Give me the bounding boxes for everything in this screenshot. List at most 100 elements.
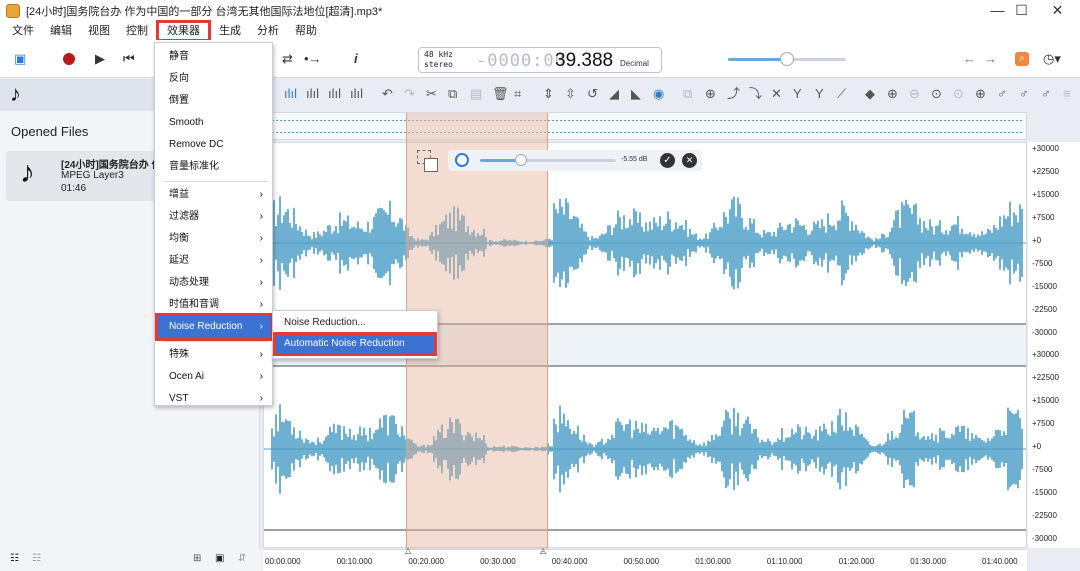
effects-menu-item-filter[interactable]: 过滤器 › xyxy=(158,206,271,228)
time-label: 00:50.000 xyxy=(623,557,660,566)
sidebar-toggle-icon[interactable]: ▣ xyxy=(14,52,26,66)
zoom-out-icon[interactable]: ⊖ xyxy=(909,87,920,101)
grid-view-icon[interactable]: ☷ xyxy=(32,553,41,564)
pin-icon[interactable]: ◆ xyxy=(865,87,875,101)
effects-menu-item-remove-dc[interactable]: Remove DC xyxy=(158,134,271,156)
fit-vertical-icon[interactable]: ⇕ xyxy=(543,87,554,101)
noise-reduction-item[interactable]: Noise Reduction... xyxy=(276,314,434,332)
back-arrow-icon[interactable]: ← xyxy=(963,52,976,66)
paste-icon[interactable]: ▤ xyxy=(470,87,482,101)
confirm-icon[interactable]: ✓ xyxy=(660,153,675,168)
scale-label: -7500 xyxy=(1032,259,1053,268)
effects-menu-item-special[interactable]: 特殊 › xyxy=(158,344,271,366)
undo-icon[interactable]: ↶ xyxy=(382,87,393,101)
time-format[interactable]: Decimal xyxy=(620,59,649,68)
effects-menu-item-delay[interactable]: 延迟 › xyxy=(158,250,271,272)
effects-menu-item-equalizer[interactable]: 均衡 › xyxy=(158,228,271,250)
close-button[interactable]: ✕ xyxy=(1035,0,1080,22)
submenu-arrow-icon: › xyxy=(259,371,263,382)
effects-menu-item-smooth[interactable]: Smooth xyxy=(158,112,271,134)
curve-down-icon[interactable]: ⤵ xyxy=(749,87,762,101)
skip-back-icon[interactable]: ⏮ xyxy=(123,52,135,66)
gain-slider[interactable] xyxy=(480,154,616,166)
menu-item-label: 时值和音调 xyxy=(169,299,219,310)
zoom-all-icon[interactable]: ⊕ xyxy=(975,87,986,101)
play-icon[interactable]: ▶ xyxy=(95,52,105,66)
curve-icon[interactable]: ⤴ xyxy=(727,87,740,101)
master-volume-slider[interactable] xyxy=(728,52,846,66)
menu-item-label: Smooth xyxy=(169,117,204,128)
menu-control[interactable]: 控制 xyxy=(118,23,156,39)
gain-knob[interactable] xyxy=(514,154,527,166)
fade-out-icon[interactable]: ◣ xyxy=(631,87,641,101)
more-icon[interactable]: ≡ xyxy=(1063,87,1071,101)
menu-file[interactable]: 文件 xyxy=(4,23,42,39)
record-button[interactable] xyxy=(63,53,75,65)
file-music-icon: ♪ xyxy=(20,156,35,189)
menu-generate[interactable]: 生成 xyxy=(211,23,249,39)
zoom-selection-icon[interactable]: ⊙ xyxy=(931,87,942,101)
image-icon[interactable]: ▣ xyxy=(215,553,224,564)
menu-analyze[interactable]: 分析 xyxy=(249,23,287,39)
menu-view[interactable]: 视图 xyxy=(80,23,118,39)
sample-rate: 48 kHz stereo xyxy=(424,50,453,69)
follow-cursor-icon[interactable]: •→ xyxy=(304,52,322,66)
forward-arrow-icon[interactable]: → xyxy=(984,52,997,66)
spectrum-view-icon[interactable]: ılıl xyxy=(306,87,319,101)
history-icon[interactable]: ◷▾ xyxy=(1043,52,1061,66)
redo-icon[interactable]: ↷ xyxy=(404,87,415,101)
effects-menu-item-mute[interactable]: 静音 xyxy=(158,46,271,68)
menu-effects[interactable]: 效果器 xyxy=(156,20,211,42)
menu-edit[interactable]: 编辑 xyxy=(42,23,80,39)
center-icon[interactable]: ⇳ xyxy=(565,87,576,101)
info-icon[interactable]: i xyxy=(354,52,358,66)
volume-fill xyxy=(728,58,787,61)
effects-menu-item-ocen-ai[interactable]: Ocen Ai › xyxy=(158,366,271,388)
list-view-icon[interactable]: ☷ xyxy=(10,553,19,564)
delete-icon[interactable]: 🗑 xyxy=(492,87,509,101)
settings-icon[interactable]: ⇵ xyxy=(238,553,246,564)
effects-menu-item-gain[interactable]: 增益 › xyxy=(158,184,271,206)
menu-item-label: 均衡 xyxy=(169,233,189,244)
layer-icon[interactable]: ⧉ xyxy=(683,87,692,101)
effects-menu-item-vst[interactable]: VST › xyxy=(158,388,271,410)
cancel-icon[interactable]: ✕ xyxy=(682,153,697,168)
branch-icon[interactable]: Y xyxy=(815,87,824,101)
zoom-fit-icon[interactable]: ⊙ xyxy=(953,87,964,101)
time-label: 00:30.000 xyxy=(480,557,516,566)
cross-icon[interactable]: ✕ xyxy=(771,87,782,101)
marker-add-icon[interactable]: ♂ xyxy=(1019,87,1029,101)
cut-icon[interactable]: ✂ xyxy=(426,87,437,101)
effects-menu-item-dynamics[interactable]: 动态处理 › xyxy=(158,272,271,294)
merge-icon[interactable]: Y xyxy=(793,87,802,101)
loop-region-icon[interactable]: ↺ xyxy=(587,87,598,101)
overview-strip[interactable] xyxy=(263,112,1027,140)
selection-end-marker-icon[interactable]: ◬ xyxy=(540,546,546,555)
spectrogram-view-icon[interactable]: ılıl xyxy=(328,87,341,101)
timeline[interactable]: 00:00.000 00:10.000 00:20.000 00:30.000 00:4… xyxy=(263,546,1027,571)
loop-icon[interactable]: ⇄ xyxy=(282,52,293,66)
marker-icon[interactable]: ♂ xyxy=(997,87,1007,101)
effects-menu-item-invert[interactable]: 倒置 xyxy=(158,90,271,112)
marker-edit-icon[interactable]: ♂ xyxy=(1041,87,1051,101)
menu-help[interactable]: 帮助 xyxy=(287,23,325,39)
copy-icon[interactable]: ⧉ xyxy=(448,87,457,101)
effects-menu-item-noise-reduction[interactable]: Noise Reduction › xyxy=(155,313,274,341)
fade-in-icon[interactable]: ◢ xyxy=(609,87,619,101)
line-icon[interactable]: ⟋ xyxy=(837,87,846,101)
selection-handle-icon[interactable] xyxy=(424,158,438,172)
search-icon[interactable]: ⌕ xyxy=(1015,52,1029,66)
selection-start-marker-icon[interactable]: △ xyxy=(405,546,411,555)
zoom-in-icon[interactable]: ⊕ xyxy=(887,87,898,101)
add-region-icon[interactable]: ⊕ xyxy=(705,87,716,101)
pitch-view-icon[interactable]: ılıl xyxy=(350,87,363,101)
add-file-icon[interactable]: ⊞ xyxy=(193,553,201,564)
effects-menu-item-time-pitch[interactable]: 时值和音调 › xyxy=(158,294,271,316)
effects-menu-item-normalize[interactable]: 音量标准化 xyxy=(158,156,271,178)
gain-icon[interactable]: ◉ xyxy=(653,87,664,101)
automatic-noise-reduction-item[interactable]: Automatic Noise Reduction xyxy=(273,332,437,356)
effects-menu-item-reverse[interactable]: 反向 xyxy=(158,68,271,90)
volume-knob[interactable] xyxy=(780,52,794,66)
waveform-view-icon[interactable]: ılıl xyxy=(284,87,297,101)
crop-icon[interactable]: ⌗ xyxy=(514,87,521,101)
